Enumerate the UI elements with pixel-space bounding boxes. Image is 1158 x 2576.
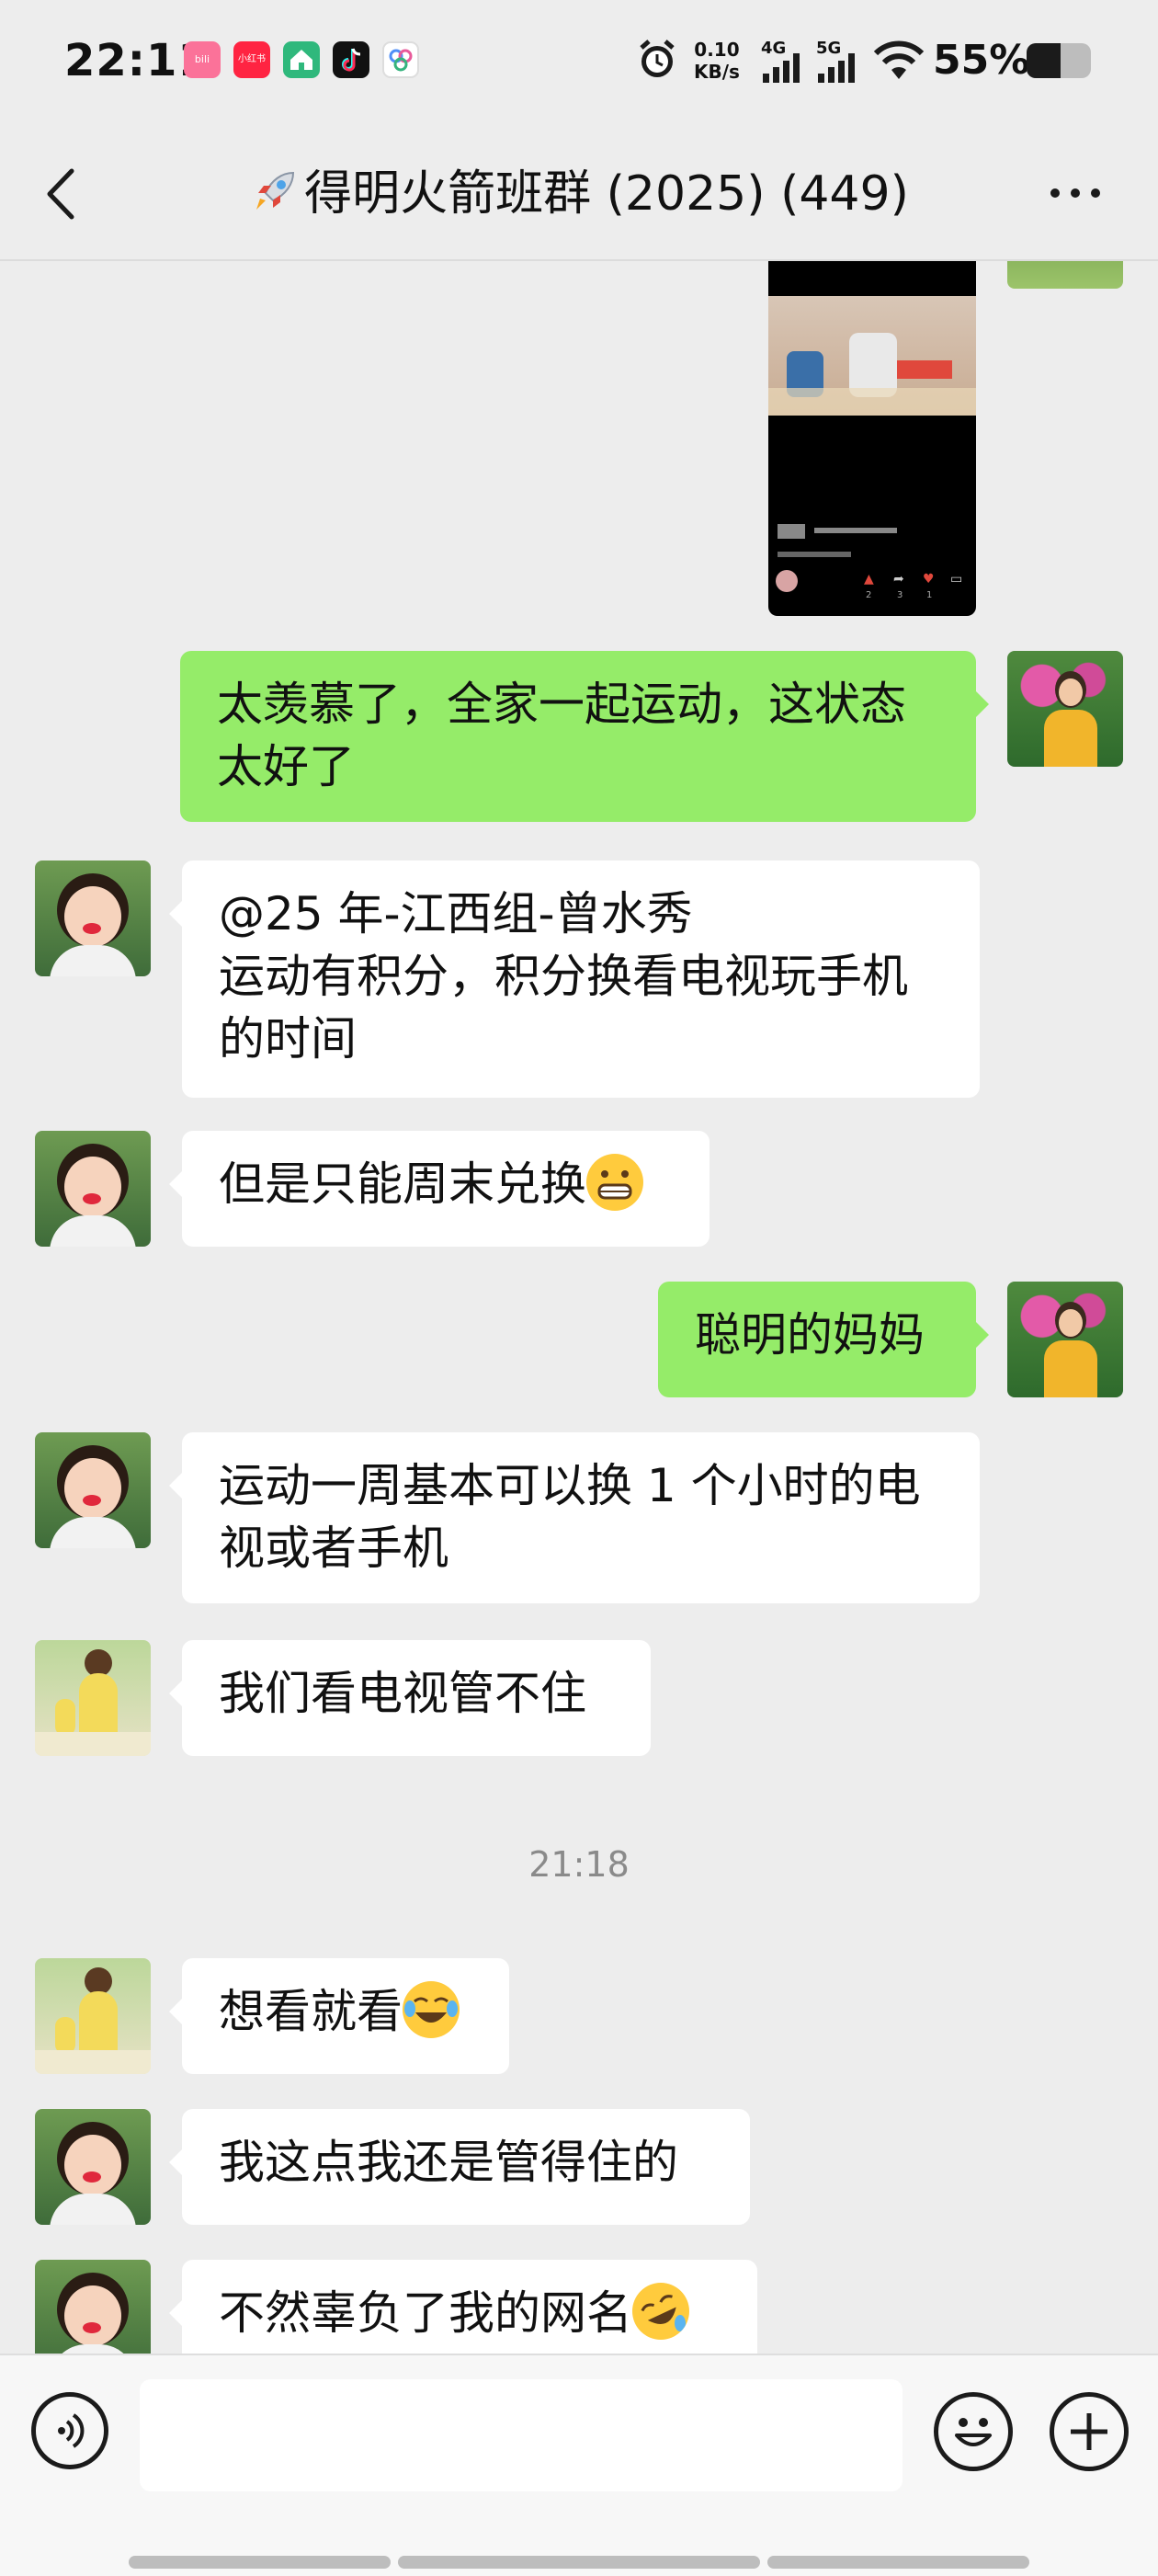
message-text: 运动一周基本可以换 1 个小时的电视或者手机 [219, 1459, 921, 1575]
status-bar: 22:11 bili 小红书 0.10 KB/s 4G 5G 55% [0, 0, 1158, 129]
avatar-self[interactable] [1007, 651, 1123, 767]
message-bubble-incoming[interactable]: 运动一周基本可以换 1 个小时的电视或者手机 [169, 1432, 980, 1603]
gesture-indicator [767, 2556, 1029, 2569]
message-text: 我们看电视管不住 [219, 1667, 586, 1720]
message-text: 聪明的妈妈 [695, 1308, 925, 1362]
avatar-child[interactable] [35, 2109, 151, 2225]
net-speed: 0.10 KB/s [694, 39, 740, 83]
video-caption-block [778, 524, 805, 539]
cloud-app-icon [382, 41, 419, 78]
voice-icon[interactable] [31, 2392, 108, 2469]
avatar-child[interactable] [35, 2260, 151, 2354]
signal-bars-icon [763, 53, 800, 83]
xiaohongshu-icon: 小红书 [233, 41, 270, 78]
home-app-icon [283, 41, 320, 78]
avatar-child[interactable] [35, 861, 151, 976]
grinning-emoji [586, 1154, 643, 1211]
share-count: 3 [897, 590, 903, 600]
avatar-child[interactable] [35, 1432, 151, 1548]
message-bubble-incoming[interactable]: 但是只能周末兑换 [169, 1131, 710, 1247]
message-input[interactable] [140, 2379, 903, 2491]
avatar-child[interactable] [35, 1131, 151, 1247]
plus-icon[interactable] [1050, 2392, 1129, 2471]
message-bubble-incoming[interactable]: 想看就看 [169, 1958, 509, 2074]
rofl-emoji [632, 2283, 689, 2340]
message-text: 太羡慕了，全家一起运动，这状态太好了 [217, 678, 906, 793]
message-bubble-incoming[interactable]: 我们看电视管不住 [169, 1640, 651, 1756]
message-timestamp: 21:18 [528, 1844, 630, 1885]
message-text: 但是只能周末兑换 [219, 1157, 586, 1211]
wifi-icon [873, 40, 925, 79]
tears-of-joy-emoji [403, 1981, 460, 2038]
message-text: 想看就看 [219, 1985, 403, 2038]
net-speed-value: 0.10 [694, 39, 740, 61]
message-bubble-incoming[interactable]: 我这点我还是管得住的 [169, 2109, 750, 2225]
like-icon: ▲ [864, 572, 874, 587]
message-bubble-outgoing[interactable]: 太羡慕了，全家一起运动，这状态太好了 [180, 651, 989, 822]
avatar-illustration[interactable] [35, 1958, 151, 2074]
message-list[interactable]: ▲ 2 ➦ 3 ♥ 1 ▭ 太羡慕了，全家一起运动，这状态太好了 @25 年-江… [0, 261, 1158, 2354]
message-bubble-incoming[interactable]: @25 年-江西组-曾水秀 运动有积分，积分换看电视玩手机的时间 [169, 861, 980, 1098]
comment-icon: ▭ [950, 572, 963, 587]
message-text: 不然辜负了我的网名 [219, 2286, 632, 2340]
message-text: 运动有积分，积分换看电视玩手机的时间 [219, 950, 908, 1066]
bilibili-icon: bili [184, 41, 221, 78]
emoji-icon[interactable] [934, 2392, 1013, 2471]
chat-header: 得明火箭班群 (2025) (449) [0, 129, 1158, 257]
video-caption-line [814, 528, 897, 533]
message-input-bar [0, 2354, 1158, 2576]
video-author-avatar [776, 570, 798, 592]
alarm-icon [640, 40, 675, 77]
message-bubble-incoming[interactable]: 不然辜负了我的网名 [169, 2260, 757, 2354]
net-speed-unit: KB/s [694, 61, 740, 83]
video-share-card[interactable]: ▲ 2 ➦ 3 ♥ 1 ▭ [768, 261, 976, 616]
message-bubble-outgoing[interactable]: 聪明的妈妈 [658, 1282, 989, 1397]
gesture-indicator [398, 2556, 760, 2569]
rocket-icon [256, 171, 295, 210]
signal-bars-icon [818, 53, 855, 83]
mention-text[interactable]: @25 年-江西组-曾水秀 [219, 883, 943, 945]
more-options-icon[interactable] [1048, 184, 1103, 202]
like-count: 2 [866, 590, 872, 600]
avatar-illustration[interactable] [35, 1640, 151, 1756]
chat-title: 得明火箭班群 (2025) (449) [0, 162, 1158, 226]
tiktok-icon [333, 41, 369, 78]
avatar-self[interactable] [1007, 261, 1123, 289]
share-icon: ➦ [893, 572, 904, 587]
battery-percent: 55% [933, 37, 1030, 84]
avatar-self[interactable] [1007, 1282, 1123, 1397]
gesture-indicator [129, 2556, 391, 2569]
video-thumbnail [768, 296, 976, 416]
message-text: 我这点我还是管得住的 [219, 2136, 678, 2189]
video-caption-line [778, 552, 851, 557]
battery-icon [1027, 43, 1091, 78]
chat-title-text: 得明火箭班群 (2025) (449) [304, 166, 909, 222]
heart-icon: ♥ [923, 572, 935, 587]
heart-count: 1 [926, 590, 933, 600]
